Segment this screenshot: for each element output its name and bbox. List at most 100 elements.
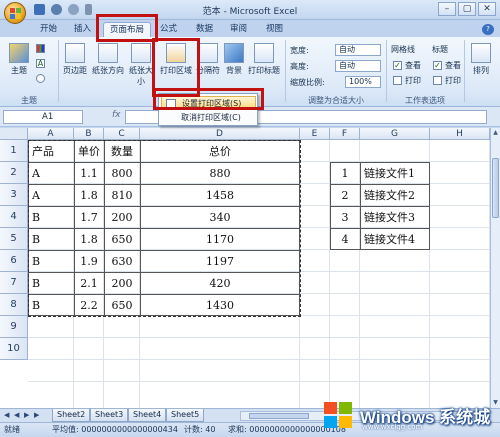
sheet-tab[interactable]: Sheet5 bbox=[166, 409, 205, 422]
themes-button[interactable]: 主题 bbox=[6, 43, 32, 76]
first-sheet-icon[interactable]: ◀ bbox=[4, 411, 9, 419]
scroll-thumb[interactable] bbox=[492, 158, 499, 218]
select-all-corner[interactable] bbox=[0, 128, 28, 140]
row-header[interactable]: 8 bbox=[0, 294, 28, 316]
table-rule bbox=[28, 206, 300, 207]
row-header[interactable]: 9 bbox=[0, 316, 28, 338]
background-label: 背景 bbox=[226, 66, 242, 75]
background-button[interactable]: 背景 bbox=[222, 43, 246, 76]
help-icon[interactable]: ? bbox=[482, 24, 494, 35]
tab-data[interactable]: 数据 bbox=[190, 22, 219, 37]
theme-colors-button[interactable] bbox=[36, 44, 45, 53]
orientation-icon bbox=[98, 43, 118, 63]
margins-button[interactable]: 页边距 bbox=[60, 43, 90, 76]
vertical-scrollbar[interactable]: ▲ ▼ bbox=[490, 128, 500, 408]
group-separator bbox=[285, 40, 286, 102]
sheet-tab[interactable]: Sheet4 bbox=[128, 409, 167, 422]
close-button[interactable]: ✕ bbox=[478, 2, 496, 16]
gridlines-print-checkbox[interactable]: 打印 bbox=[393, 75, 421, 86]
width-select[interactable]: 自动 bbox=[335, 44, 381, 56]
scale-row: 缩放比例: 100% bbox=[290, 76, 381, 88]
fx-icon[interactable]: fx bbox=[112, 110, 121, 120]
fonts-icon: A bbox=[36, 59, 45, 68]
column-header[interactable]: F bbox=[330, 128, 360, 140]
table-rule bbox=[330, 228, 430, 229]
sheet-tab[interactable]: Sheet2 bbox=[52, 409, 91, 422]
gridline bbox=[28, 359, 490, 360]
column-header[interactable]: G bbox=[360, 128, 430, 140]
arrange-icon bbox=[471, 43, 491, 63]
row-header[interactable]: 4 bbox=[0, 206, 28, 228]
print-titles-button[interactable]: 打印标题 bbox=[246, 43, 282, 76]
maximize-button[interactable]: ▢ bbox=[458, 2, 476, 16]
tab-view[interactable]: 视图 bbox=[260, 22, 289, 37]
row-header[interactable]: 6 bbox=[0, 250, 28, 272]
gridline bbox=[28, 381, 490, 382]
breaks-icon bbox=[198, 43, 218, 63]
scroll-thumb[interactable] bbox=[249, 413, 309, 419]
row-header[interactable]: 10 bbox=[0, 338, 28, 360]
column-header[interactable]: E bbox=[300, 128, 330, 140]
view-label: 查看 bbox=[405, 61, 421, 70]
name-box[interactable]: A1 bbox=[3, 110, 83, 124]
scale-input[interactable]: 100% bbox=[345, 76, 381, 88]
row-header[interactable]: 2 bbox=[0, 162, 28, 184]
row-header[interactable]: 7 bbox=[0, 272, 28, 294]
width-label: 宽度: bbox=[290, 45, 309, 55]
table-rule bbox=[28, 162, 300, 163]
table-rule bbox=[28, 228, 300, 229]
next-sheet-icon[interactable]: ▶ bbox=[24, 411, 29, 419]
theme-fonts-button[interactable]: A bbox=[36, 59, 45, 68]
height-select[interactable]: 自动 bbox=[335, 60, 381, 72]
column-header[interactable]: D bbox=[140, 128, 300, 140]
page-size-icon bbox=[131, 43, 151, 63]
row-header[interactable]: 3 bbox=[0, 184, 28, 206]
tab-review[interactable]: 审阅 bbox=[224, 22, 253, 37]
sheet-tab[interactable]: Sheet3 bbox=[90, 409, 129, 422]
row-header[interactable]: 1 bbox=[0, 140, 28, 162]
row-header[interactable]: 5 bbox=[0, 228, 28, 250]
checkmark-icon: ✓ bbox=[433, 61, 442, 70]
tab-insert[interactable]: 插入 bbox=[68, 22, 97, 37]
highlight-set-print-area bbox=[153, 88, 264, 110]
gridlines-view-checkbox[interactable]: ✓ 查看 bbox=[393, 60, 421, 71]
print-label: 打印 bbox=[445, 76, 461, 85]
clear-print-area-item[interactable]: 取消打印区域(C) bbox=[161, 111, 256, 125]
scale-label: 缩放比例: bbox=[290, 77, 325, 87]
checkbox-icon bbox=[393, 76, 402, 85]
themes-icon bbox=[9, 43, 29, 63]
column-header[interactable]: A bbox=[28, 128, 74, 140]
orientation-button[interactable]: 纸张方向 bbox=[90, 43, 126, 76]
headings-print-checkbox[interactable]: 打印 bbox=[433, 75, 461, 86]
margins-icon bbox=[65, 43, 85, 63]
headings-view-checkbox[interactable]: ✓ 查看 bbox=[433, 60, 461, 71]
office-button[interactable] bbox=[4, 2, 26, 24]
tab-home[interactable]: 开始 bbox=[34, 22, 63, 37]
colors-icon bbox=[36, 44, 45, 53]
watermark-url: www.wxclgg.com bbox=[362, 423, 423, 431]
arrange-button[interactable]: 排列 bbox=[466, 43, 496, 76]
effects-icon bbox=[36, 74, 45, 83]
column-header[interactable]: B bbox=[74, 128, 104, 140]
last-sheet-icon[interactable]: ▶ bbox=[34, 411, 39, 419]
table-rule bbox=[28, 250, 300, 251]
scroll-up-icon[interactable]: ▲ bbox=[491, 128, 500, 138]
headings-header: 标题 bbox=[432, 45, 448, 54]
view-label: 查看 bbox=[445, 61, 461, 70]
background-icon bbox=[224, 43, 244, 63]
minimize-button[interactable]: – bbox=[438, 2, 456, 16]
table-rule bbox=[28, 294, 300, 295]
ribbon-tabs: 开始 插入 页面布局 公式 数据 审阅 视图 bbox=[0, 20, 500, 37]
tab-formulas[interactable]: 公式 bbox=[154, 22, 183, 37]
theme-effects-button[interactable] bbox=[36, 74, 45, 83]
windows-logo-icon bbox=[324, 402, 354, 430]
column-header[interactable]: C bbox=[104, 128, 140, 140]
column-header[interactable]: H bbox=[430, 128, 490, 140]
print-titles-label: 打印标题 bbox=[248, 66, 280, 75]
status-count: 计数: 40 bbox=[184, 425, 216, 434]
print-label: 打印 bbox=[405, 76, 421, 85]
worksheet-grid[interactable]: A B C D E F G H 1 2 3 4 5 6 7 8 9 10 产品 单价 数量 总价 A 1.1 800 880 A 1.… bbox=[0, 128, 490, 408]
print-titles-icon bbox=[254, 43, 274, 63]
office-logo-icon bbox=[10, 8, 21, 19]
prev-sheet-icon[interactable]: ◀ bbox=[14, 411, 19, 419]
